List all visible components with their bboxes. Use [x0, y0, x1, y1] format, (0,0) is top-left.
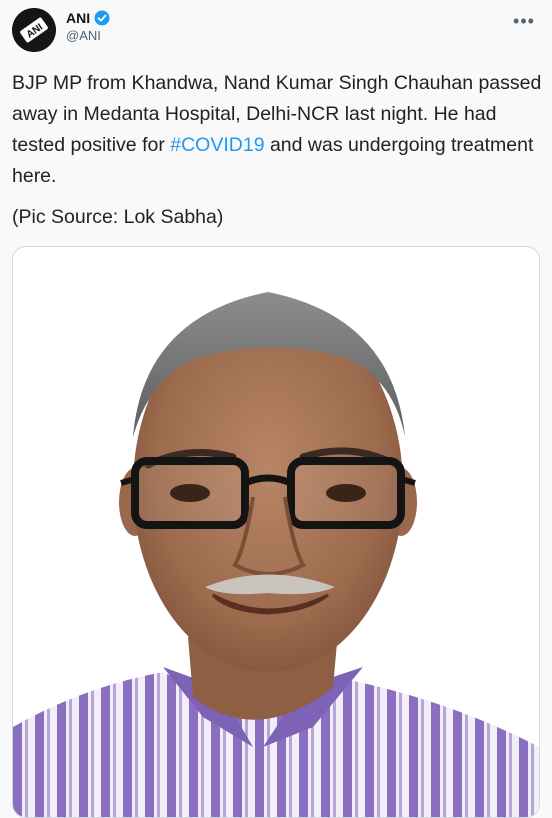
ani-logo-icon: ANI — [12, 8, 56, 52]
pic-source-text: (Pic Source: Lok Sabha) — [12, 206, 224, 228]
verified-badge-icon — [94, 10, 110, 26]
tweet-media-photo[interactable] — [12, 246, 540, 818]
portrait-photo — [13, 247, 539, 817]
display-name[interactable]: ANI — [66, 10, 90, 26]
more-icon: ••• — [513, 10, 535, 31]
hashtag-link[interactable]: #COVID19 — [170, 134, 264, 156]
author-handle[interactable]: @ANI — [66, 28, 110, 43]
tweet-text: BJP MP from Khandwa, Nand Kumar Singh Ch… — [12, 68, 544, 192]
tweet-card[interactable]: ANI ANI @ANI ••• BJP MP from Khandwa, Na… — [0, 0, 552, 818]
more-options-button[interactable]: ••• — [510, 10, 538, 31]
author-avatar[interactable]: ANI — [12, 8, 56, 52]
author-block: ANI @ANI — [66, 10, 110, 43]
